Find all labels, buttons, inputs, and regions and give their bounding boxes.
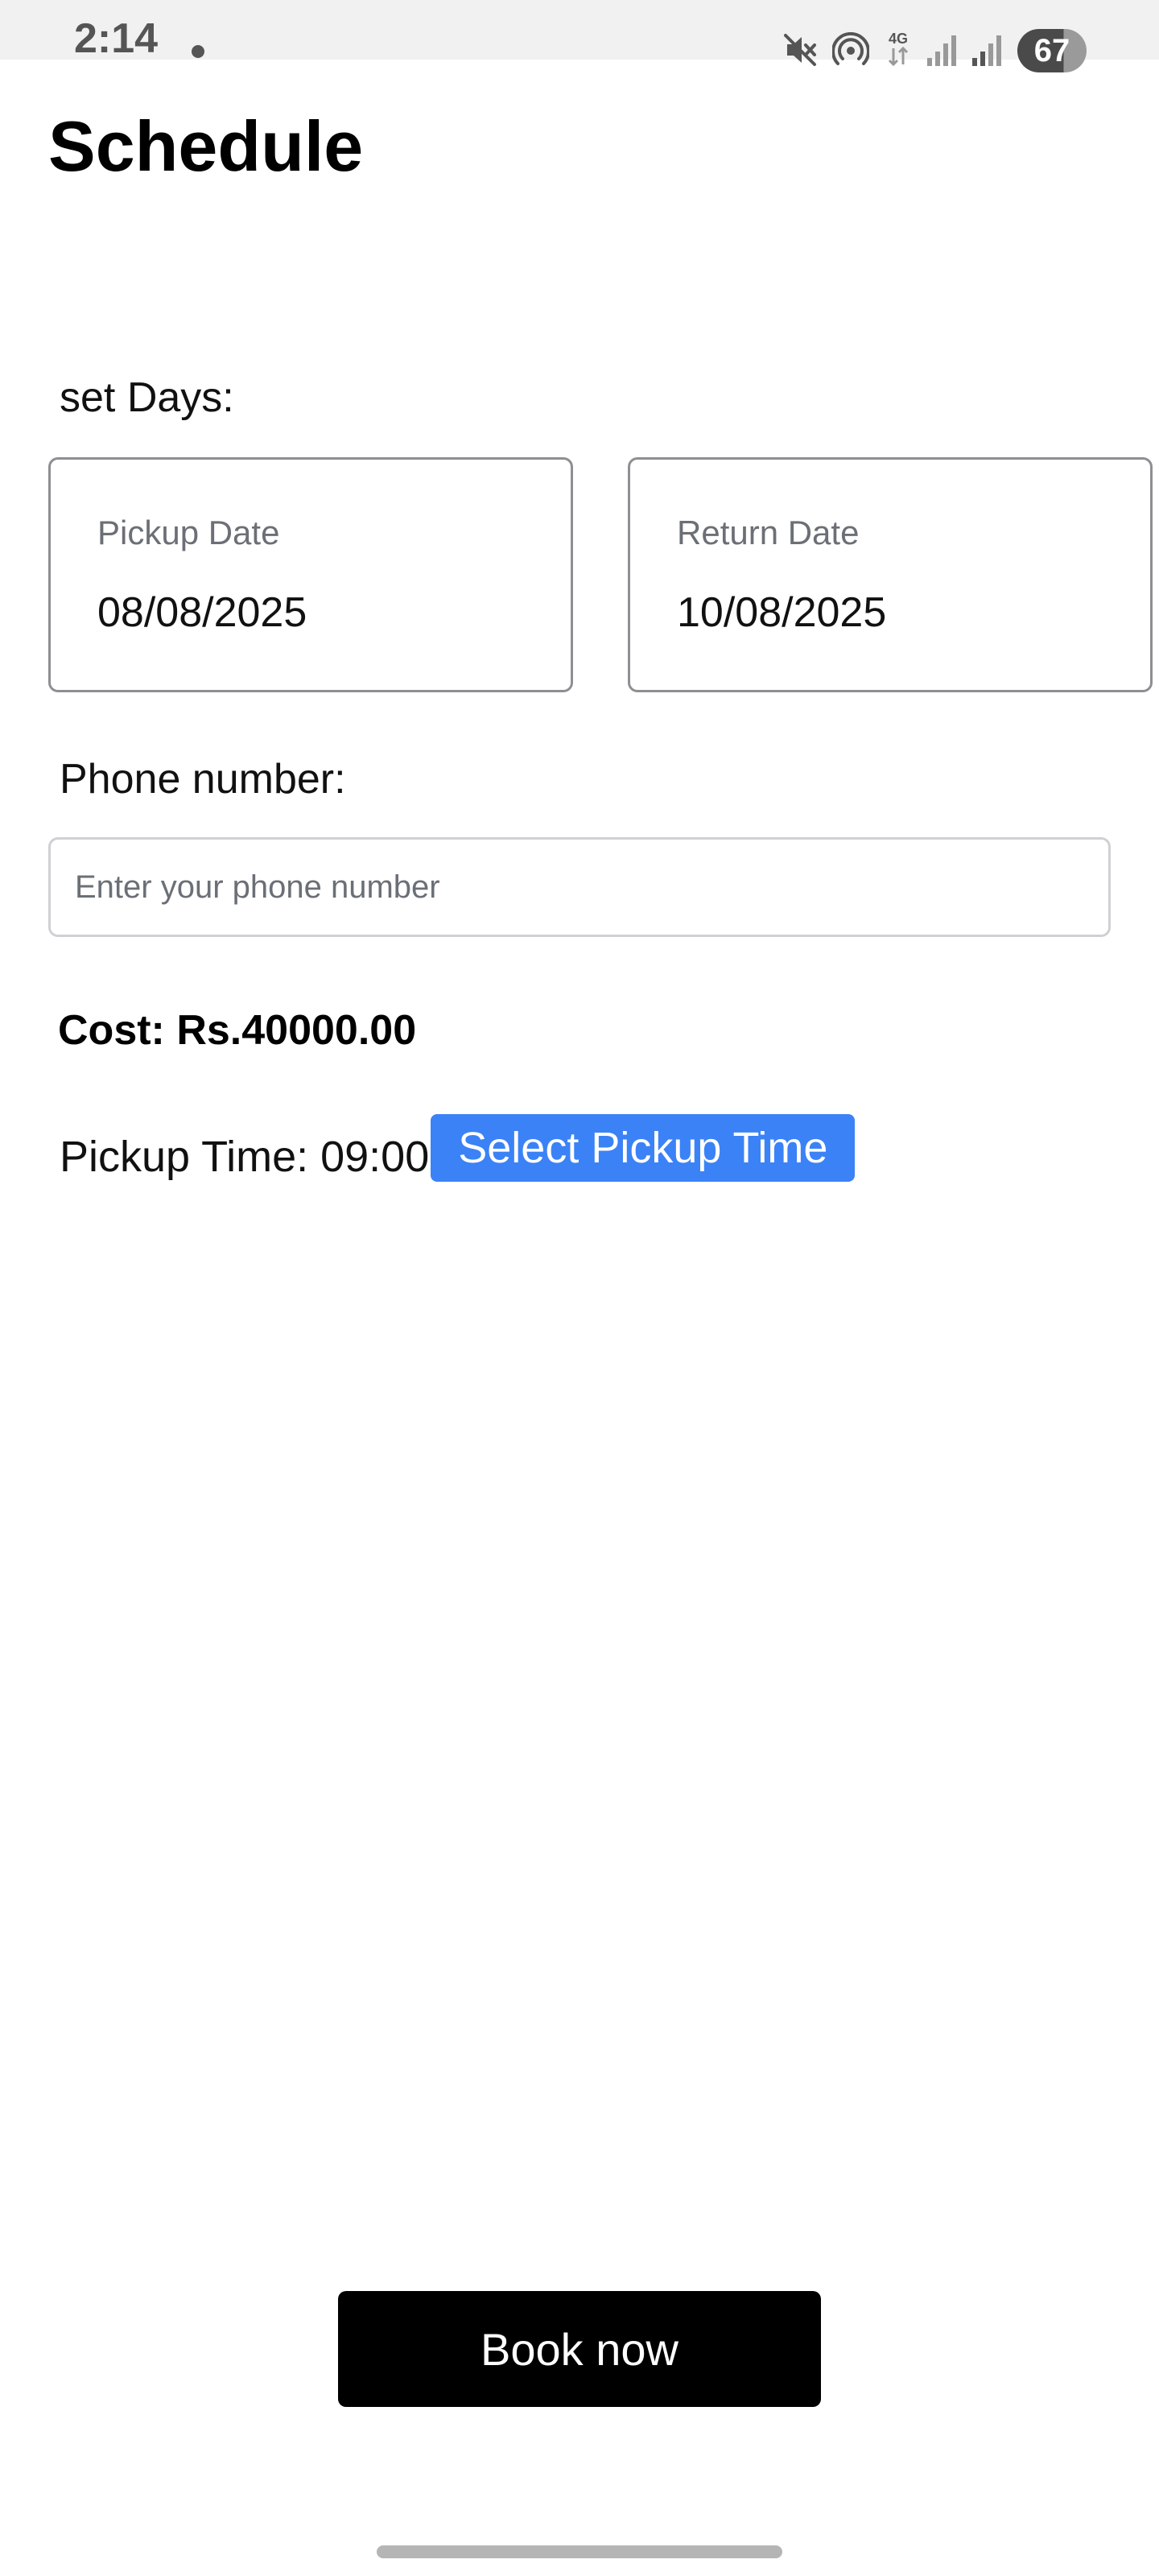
network-label: 4G: [889, 31, 908, 47]
phone-number-input[interactable]: [48, 837, 1111, 937]
pickup-date-label: Pickup Date: [97, 514, 280, 551]
return-date-label: Return Date: [677, 514, 860, 551]
signal-icon: [927, 35, 956, 66]
hotspot-icon: [832, 32, 869, 65]
book-now-button[interactable]: Book now: [338, 2291, 821, 2407]
mute-icon: [784, 34, 816, 66]
select-pickup-time-button[interactable]: Select Pickup Time: [431, 1114, 856, 1182]
pickup-time-text: Pickup Time: 09:00: [60, 1133, 430, 1181]
page-title: Schedule: [48, 106, 364, 186]
signal-icon: [972, 35, 1001, 66]
return-date-value: 10/08/2025: [677, 589, 887, 636]
network-4g-icon: 4G: [888, 31, 909, 67]
status-icons: 4G 67: [0, 0, 1159, 72]
pickup-date-value: 08/08/2025: [97, 589, 307, 636]
set-days-label: set Days:: [60, 374, 234, 421]
schedule-screen: 2:14 4G 67 Schedule set Days: Pickup Dat…: [0, 0, 1159, 2576]
battery-icon: 67: [1017, 29, 1087, 72]
cost-text: Cost: Rs.40000.00: [58, 1007, 417, 1054]
return-date-field[interactable]: Return Date 10/08/2025: [628, 457, 1153, 692]
phone-number-label: Phone number:: [60, 756, 346, 803]
status-bar: 2:14 4G 67: [0, 0, 1159, 72]
pickup-date-field[interactable]: Pickup Date 08/08/2025: [48, 457, 573, 692]
pickup-time-row: Pickup Time: 09:00 Select Pickup Time: [60, 1113, 856, 1183]
home-indicator[interactable]: [377, 2545, 782, 2558]
battery-level: 67: [1033, 33, 1070, 68]
